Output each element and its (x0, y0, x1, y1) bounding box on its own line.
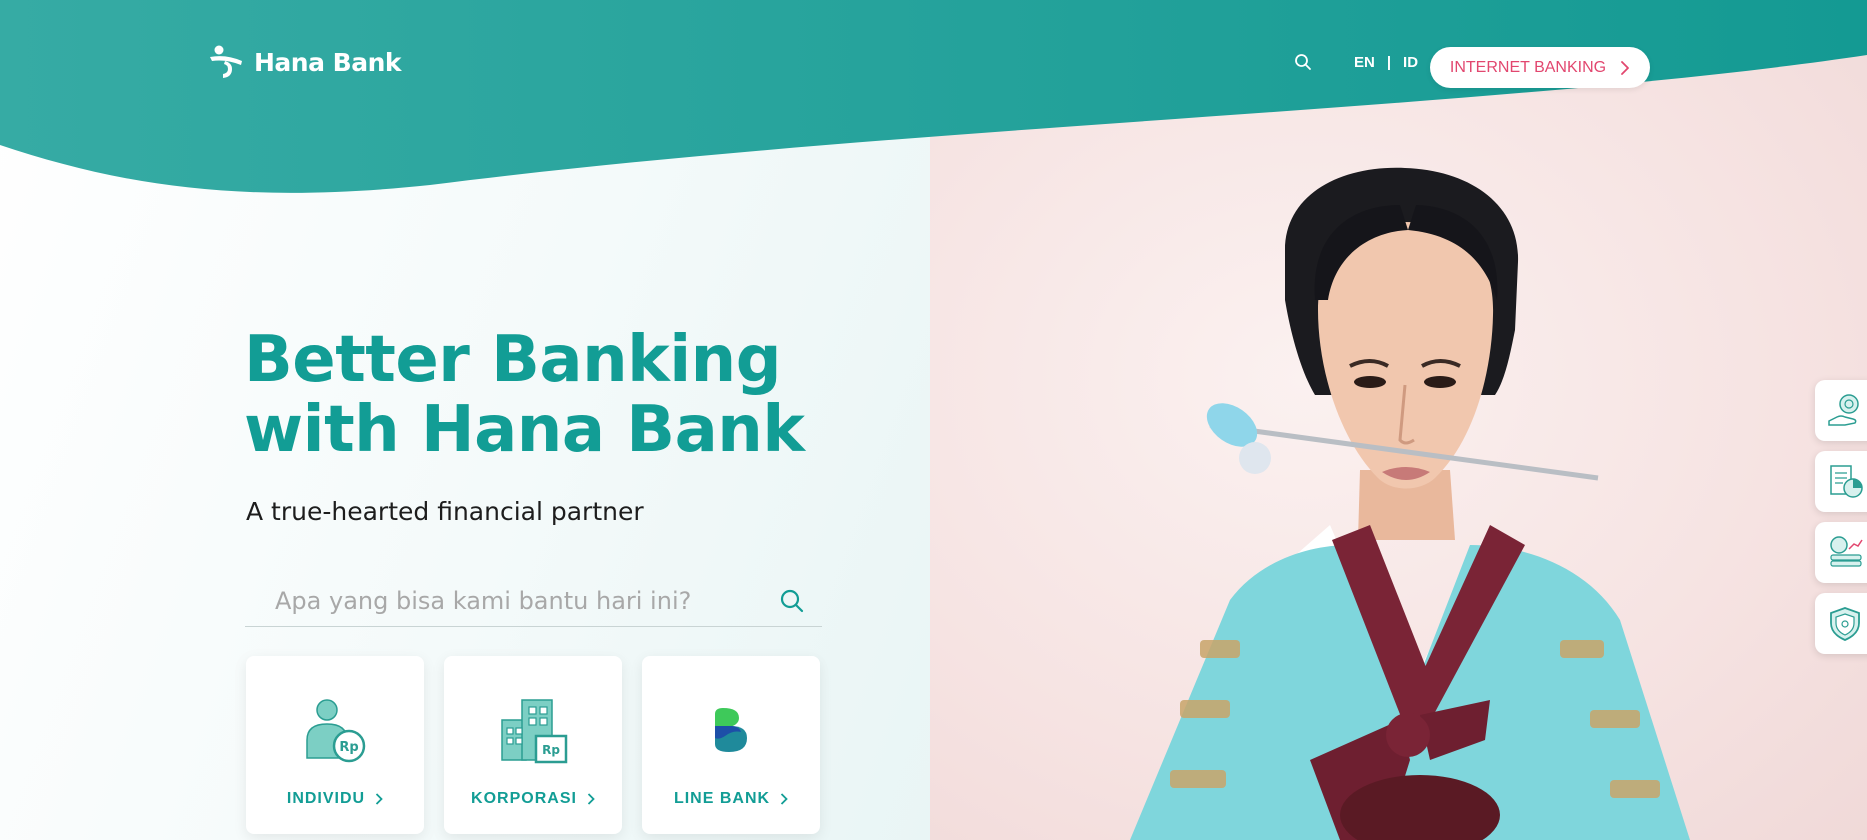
svg-text:Rp: Rp (339, 740, 358, 755)
quick-link-report[interactable] (1815, 451, 1867, 512)
header-actions: EN | ID (1288, 47, 1418, 77)
search-icon (1295, 54, 1311, 70)
card-korporasi[interactable]: Rp KORPORASI (444, 656, 622, 834)
card-line-bank-label: LINE BANK (674, 790, 788, 808)
card-line-bank-text: LINE BANK (673, 790, 771, 807)
lang-id-link[interactable]: ID (1403, 54, 1418, 71)
card-individu[interactable]: Rp INDIVIDU (246, 656, 424, 834)
hand-coin-icon (1828, 393, 1859, 426)
chevron-right-icon (587, 793, 595, 805)
chevron-right-icon (780, 793, 788, 805)
quick-links-rail (1815, 380, 1867, 654)
header-search-button[interactable] (1288, 47, 1318, 77)
logo-text: Hana Bank (254, 47, 402, 77)
lang-en-link[interactable]: EN (1354, 54, 1375, 71)
shield-icon (1830, 606, 1860, 641)
svg-text:Rp: Rp (542, 743, 560, 757)
card-individu-label: INDIVIDU (287, 790, 383, 808)
segment-cards: Rp INDIVIDU Rp KORPORASI LINE BANK (246, 656, 820, 834)
help-search-box (245, 575, 822, 627)
document-chart-icon (1830, 464, 1863, 498)
card-line-bank[interactable]: LINE BANK (642, 656, 820, 834)
card-korporasi-label: KORPORASI (471, 790, 595, 808)
language-switcher: EN | ID (1354, 54, 1418, 71)
chevron-right-icon (375, 793, 383, 805)
hero-title: Better Banking with Hana Bank (244, 325, 884, 465)
hana-bank-logo[interactable]: Hana Bank (208, 44, 402, 80)
hero-title-line-1: Better Banking (244, 323, 782, 397)
page: Hana Bank EN | ID INTERNET BANKING Bette… (0, 0, 1867, 840)
building-rupiah-icon: Rp (497, 696, 569, 766)
help-search-input[interactable] (245, 575, 772, 626)
card-individu-text: INDIVIDU (286, 790, 366, 807)
help-search-button[interactable] (772, 581, 812, 621)
hero-title-line-2: with Hana Bank (244, 393, 805, 467)
internet-banking-label: INTERNET BANKING (1449, 58, 1607, 76)
quick-link-investment[interactable] (1815, 522, 1867, 583)
hana-bank-logo-icon (210, 45, 242, 78)
quick-link-security[interactable] (1815, 593, 1867, 654)
coins-growth-icon (1830, 535, 1863, 567)
search-icon (780, 589, 804, 612)
quick-link-loan[interactable] (1815, 380, 1867, 441)
line-bank-logo-icon (695, 696, 767, 766)
hero-subtitle: A true-hearted financial partner (246, 497, 644, 526)
internet-banking-button[interactable]: INTERNET BANKING (1430, 47, 1650, 88)
lang-separator: | (1386, 53, 1392, 71)
header-wave-background (0, 0, 1867, 193)
card-korporasi-text: KORPORASI (471, 790, 577, 807)
chevron-right-icon (1621, 60, 1629, 75)
person-rupiah-icon: Rp (299, 696, 371, 766)
